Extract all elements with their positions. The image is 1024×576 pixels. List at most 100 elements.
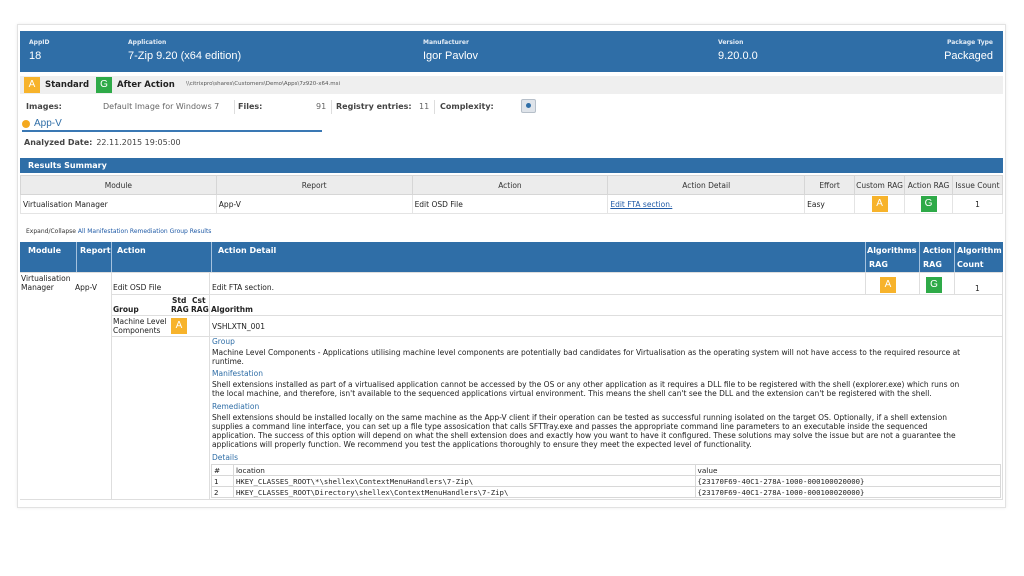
detail-header-module: Module xyxy=(28,246,62,255)
summary-header-row: Module Report Action Action Detail Effor… xyxy=(20,175,1004,195)
version-value: 9.20.0.0 xyxy=(718,50,758,62)
detail-action-detail: Edit FTA section. xyxy=(212,283,274,292)
application-value: 7-Zip 9.20 (x64 edition) xyxy=(128,50,242,62)
group-text-1: Machine Level Components - Applications … xyxy=(212,348,961,357)
files-label: Files: xyxy=(238,102,263,111)
tab-app-v[interactable]: App-V xyxy=(22,117,322,132)
info-separator xyxy=(434,100,435,114)
version-label: Version xyxy=(718,39,744,46)
sub-algorithm-value: VSHLXTN_001 xyxy=(212,322,265,331)
detail-header-alg-rag-2: RAG xyxy=(869,260,888,269)
details-section-label[interactable]: Details xyxy=(212,453,238,462)
column-divider xyxy=(954,242,955,272)
table-row: 1 HKEY_CLASSES_ROOT\*\shellex\ContextMen… xyxy=(211,475,1002,487)
remediation-text-2: supplies a command line interface, you c… xyxy=(212,422,928,431)
summary-header-report: Report xyxy=(215,175,413,195)
group-text-2: runtime. xyxy=(212,357,244,366)
summary-header-effort: Effort xyxy=(804,175,856,195)
summary-module: Virtualisation Manager xyxy=(20,194,217,214)
appid-value: 18 xyxy=(29,50,42,62)
complexity-indicator-icon[interactable] xyxy=(521,99,536,113)
application-cell: Application 7-Zip 9.20 (x64 edition) xyxy=(128,39,241,62)
analyzed-date-value: 22.11.2015 19:05:00 xyxy=(96,138,181,147)
sub-group-2: Components xyxy=(113,326,161,335)
column-divider xyxy=(211,242,212,272)
standard-rag-badge: A xyxy=(24,77,40,93)
registry-value: 11 xyxy=(419,102,430,111)
details-header-location: location xyxy=(232,464,696,476)
info-separator xyxy=(234,100,235,114)
info-separator xyxy=(331,100,332,114)
details-row-value: {23170F69-40C1-278A-1000-000100020000} xyxy=(694,475,1002,487)
tab-app-v-label: App-V xyxy=(34,118,62,129)
registry-label: Registry entries: xyxy=(336,102,412,111)
package-path: \\citrixpro\shares\Customers\Demo\Apps\7… xyxy=(186,81,340,87)
sub-header-std-2: RAG xyxy=(171,305,189,314)
remediation-text-1: Shell extensions should be installed loc… xyxy=(212,413,947,422)
manufacturer-cell: Manufacturer Igor Pavlov xyxy=(423,39,478,62)
package-type-value: Packaged xyxy=(944,50,993,62)
appid-label: AppID xyxy=(29,39,50,46)
files-value: 91 xyxy=(316,102,327,111)
detail-module-2: Manager xyxy=(21,283,54,292)
algorithm-rag-badge: A xyxy=(880,277,896,293)
sub-group-1: Machine Level xyxy=(113,317,167,326)
analyzed-date: Analyzed Date: 22.11.2015 19:05:00 xyxy=(24,138,181,147)
summary-header-custom-rag: Custom RAG xyxy=(854,175,906,195)
detail-header-alg-count-1: Algorithm xyxy=(957,246,1002,255)
after-action-toggle[interactable]: G After Action xyxy=(96,77,175,93)
mode-bar: A Standard G After Action \\citrixpro\sh… xyxy=(20,76,1003,94)
manifestation-section-label[interactable]: Manifestation xyxy=(212,369,263,378)
standard-toggle[interactable]: A Standard xyxy=(24,77,89,93)
results-summary-title: Results Summary xyxy=(20,158,1003,173)
images-label: Images: xyxy=(26,102,62,111)
detail-action: Edit OSD File xyxy=(113,283,162,292)
detail-header-act-rag-1: Action xyxy=(923,246,952,255)
summary-action: Edit OSD File xyxy=(411,194,609,214)
detail-action-rag-badge: G xyxy=(926,277,942,293)
detail-report: App-V xyxy=(75,283,98,292)
detail-module-1: Virtualisation xyxy=(21,274,71,283)
images-value: Default Image for Windows 7 xyxy=(103,102,220,111)
summary-effort: Easy xyxy=(804,194,856,214)
details-table: # location value 1 HKEY_CLASSES_ROOT\*\s… xyxy=(211,464,1002,498)
summary-header-issue-count: Issue Count xyxy=(951,175,1004,195)
manufacturer-label: Manufacturer xyxy=(423,39,469,46)
group-section-label[interactable]: Group xyxy=(212,337,235,346)
sub-header-group: Group xyxy=(113,305,139,314)
detail-header-act-rag-2: RAG xyxy=(923,260,942,269)
appid-cell: AppID 18 xyxy=(29,39,49,62)
complexity-label: Complexity: xyxy=(440,102,494,111)
detail-header-alg-count-2: Count xyxy=(957,260,984,269)
summary-header-action-detail: Action Detail xyxy=(607,175,806,195)
summary-action-detail-link[interactable]: Edit FTA section. xyxy=(610,200,672,209)
summary-report: App-V xyxy=(215,194,413,214)
column-divider xyxy=(865,242,866,272)
std-rag-badge: A xyxy=(171,318,187,334)
summary-header-action: Action xyxy=(411,175,609,195)
analyzed-date-label: Analyzed Date: xyxy=(24,138,93,147)
manufacturer-value: Igor Pavlov xyxy=(423,50,479,62)
table-row[interactable]: Virtualisation Manager App-V Edit OSD Fi… xyxy=(20,194,1004,214)
summary-header-module: Module xyxy=(20,175,217,195)
detail-header-alg-rag-1: Algorithms xyxy=(867,246,917,255)
expand-all-link[interactable]: All Manifestation Remediation Group Resu… xyxy=(78,228,212,235)
details-row-index: 2 xyxy=(211,486,234,498)
detail-header-action: Action xyxy=(117,246,146,255)
results-summary-table: Module Report Action Action Detail Effor… xyxy=(20,175,1004,214)
detail-header-action-detail: Action Detail xyxy=(218,246,277,255)
remediation-section-label[interactable]: Remediation xyxy=(212,402,259,411)
application-label: Application xyxy=(128,39,167,46)
manifestation-text-2: the local machine, and therefore, isn't … xyxy=(212,389,932,398)
custom-rag-badge: A xyxy=(871,196,888,212)
column-divider xyxy=(919,242,920,272)
details-header-value: value xyxy=(694,464,1002,476)
app-header-bar: AppID 18 Application 7-Zip 9.20 (x64 edi… xyxy=(20,31,1003,72)
details-header-index: # xyxy=(211,464,234,476)
manifestation-text-1: Shell extensions installed as part of a … xyxy=(212,380,960,389)
detail-algorithm-count: 1 xyxy=(975,284,980,293)
details-row-location: HKEY_CLASSES_ROOT\Directory\shellex\Cont… xyxy=(232,486,696,498)
sub-header-cst-1: Cst xyxy=(192,296,206,305)
after-action-label: After Action xyxy=(117,80,175,90)
expand-collapse: Expand/Collapse All Manifestation Remedi… xyxy=(26,228,211,235)
